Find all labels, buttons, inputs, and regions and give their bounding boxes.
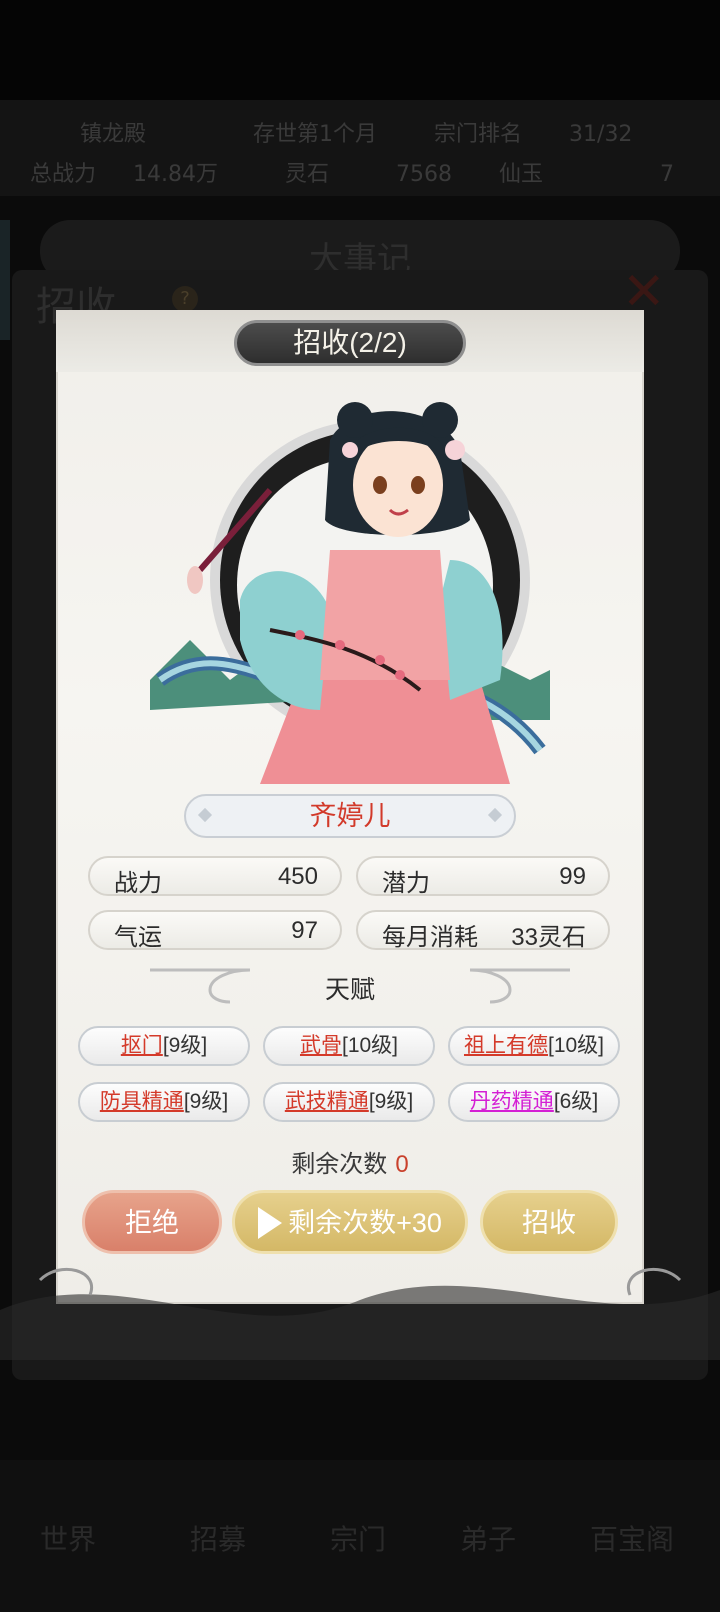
spirit-stone-label: 灵石 xyxy=(285,162,330,187)
character-name: 齐婷儿 xyxy=(184,794,516,838)
talent-chip[interactable]: 武骨[10级] xyxy=(263,1026,435,1066)
talent-chip[interactable]: 防具精通[9级] xyxy=(78,1082,250,1122)
talent-name[interactable]: 祖上有德 xyxy=(464,1034,548,1057)
nav-item-sect: 宗门 xyxy=(330,1523,387,1556)
talent-name[interactable]: 丹药精通 xyxy=(470,1090,554,1113)
play-icon xyxy=(258,1206,283,1239)
recruit-button[interactable]: 招收 xyxy=(480,1190,618,1254)
stat-label: 潜力 xyxy=(382,870,430,897)
stats-row-1: 镇龙殿 存世第1个月 宗门排名 31/32 xyxy=(10,116,632,148)
remaining-label: 剩余次数 xyxy=(291,1151,388,1178)
character-name-text: 齐婷儿 xyxy=(309,801,391,831)
talent-chip[interactable]: 抠门[9级] xyxy=(78,1026,250,1066)
talent-heading: 天赋 xyxy=(324,976,375,1004)
nav-item-disciples: 弟子 xyxy=(460,1523,517,1556)
spirit-stone-value: 7568 xyxy=(396,162,453,187)
reject-button[interactable]: 拒绝 xyxy=(82,1190,222,1254)
talent-level: [9级] xyxy=(368,1090,414,1113)
dialog-title: 招收(2/2) xyxy=(234,320,466,366)
jade-value: 7 xyxy=(660,162,675,187)
diamond-ornament-left xyxy=(197,807,213,823)
talent-level: [9级] xyxy=(183,1090,229,1113)
sect-stats-bar: 镇龙殿 存世第1个月 宗门排名 31/32 总战力 14.84万 灵石 7568… xyxy=(0,100,720,196)
diamond-ornament-right xyxy=(487,807,503,823)
top-bar xyxy=(0,0,720,100)
stat-label: 战力 xyxy=(114,870,162,897)
stat-label: 气运 xyxy=(114,924,162,951)
remaining-count: 0 xyxy=(395,1151,409,1178)
stat-luck: 气运 97 xyxy=(88,910,342,951)
talent-name[interactable]: 武技精通 xyxy=(285,1090,369,1113)
stat-monthly-cost: 每月消耗 33灵石 xyxy=(356,910,610,951)
help-icon: ? xyxy=(172,286,198,312)
stat-potential: 潜力 99 xyxy=(356,856,610,897)
stat-combat-power: 战力 450 xyxy=(88,856,342,897)
nav-item-recruit: 招募 xyxy=(190,1523,247,1556)
stat-label: 每月消耗 xyxy=(382,924,478,951)
sect-name: 镇龙殿 xyxy=(80,122,147,147)
power-label: 总战力 xyxy=(30,162,97,187)
talent-level: [6级] xyxy=(553,1090,599,1113)
stat-value: 33灵石 xyxy=(511,924,586,951)
talent-chip[interactable]: 丹药精通[6级] xyxy=(448,1082,620,1122)
sect-rank-value: 31/32 xyxy=(569,122,633,147)
remaining-attempts: 剩余次数 0 xyxy=(0,1144,700,1179)
watch-ad-button[interactable]: 剩余次数+30 xyxy=(232,1190,468,1254)
jade-label: 仙玉 xyxy=(499,162,544,187)
power-value: 14.84万 xyxy=(133,162,218,187)
talent-name[interactable]: 防具精通 xyxy=(100,1090,184,1113)
talent-level: [10级] xyxy=(341,1034,399,1057)
talent-name[interactable]: 武骨 xyxy=(300,1034,342,1057)
talent-level: [9级] xyxy=(162,1034,208,1057)
nav-item-world: 世界 xyxy=(40,1523,97,1556)
ink-wave-decoration xyxy=(0,1267,720,1360)
stat-value: 99 xyxy=(559,863,586,890)
nav-item-treasure: 百宝阁 xyxy=(590,1523,675,1556)
sect-rank-label: 宗门排名 xyxy=(434,122,523,147)
talent-level: [10级] xyxy=(547,1034,605,1057)
talent-chip[interactable]: 祖上有德[10级] xyxy=(448,1026,620,1066)
sect-age: 存世第1个月 xyxy=(253,122,378,147)
character-portrait xyxy=(150,402,550,784)
stat-value: 97 xyxy=(291,917,318,944)
talent-chip[interactable]: 武技精通[9级] xyxy=(263,1082,435,1122)
stats-row-2: 总战力 14.84万 灵石 7568 仙玉 7 xyxy=(10,156,674,188)
talent-name[interactable]: 抠门 xyxy=(121,1034,163,1057)
stat-value: 450 xyxy=(277,863,318,890)
watch-ad-label: 剩余次数+30 xyxy=(288,1208,442,1238)
